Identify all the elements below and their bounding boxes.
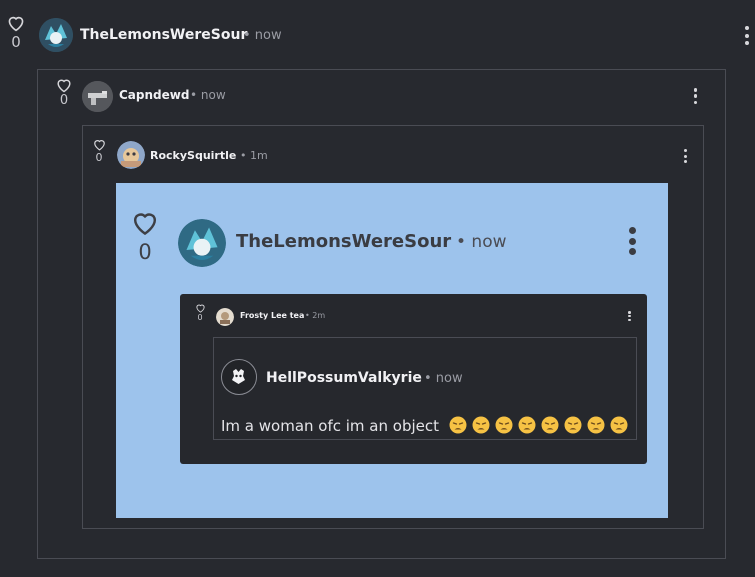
weary-face-emoji — [472, 416, 490, 434]
weary-face-emoji — [610, 416, 628, 434]
more-menu-button[interactable] — [693, 88, 698, 104]
frosty-avatar-icon — [216, 308, 234, 326]
avatar — [216, 308, 234, 326]
like-count: 0 — [59, 93, 69, 108]
like-button[interactable]: 0 — [54, 77, 74, 108]
more-menu-button[interactable] — [744, 26, 750, 45]
comment-time: • 1m — [240, 149, 268, 162]
comment-time: • now — [243, 28, 282, 43]
heart-outline-icon — [93, 140, 105, 151]
vaporeon-avatar-icon — [178, 219, 226, 267]
like-count: 0 — [11, 33, 21, 51]
like-button[interactable]: 0 — [91, 138, 107, 164]
like-button: 0 — [130, 209, 160, 264]
weary-face-emoji — [518, 416, 536, 434]
possum-avatar-icon — [232, 369, 245, 384]
comment-username: Frosty Lee tea — [240, 311, 305, 320]
weary-face-emoji — [564, 416, 582, 434]
more-menu-button[interactable] — [683, 149, 688, 163]
weary-face-emoji — [495, 416, 513, 434]
comment-body: Im a woman ofc im an object — [221, 417, 439, 435]
weary-face-emoji — [541, 416, 559, 434]
comment-username[interactable]: Capndewd — [119, 88, 189, 102]
comment-text: Im a woman ofc im an object — [221, 416, 628, 435]
gun-avatar-icon — [82, 81, 113, 112]
comment-time: • now — [456, 232, 507, 252]
more-menu-button — [628, 227, 636, 255]
avatar — [178, 219, 226, 267]
comment-username[interactable]: TheLemonsWereSour — [80, 27, 247, 43]
heart-outline-icon — [195, 304, 205, 313]
comment-time: • now — [190, 88, 226, 102]
heart-outline-icon — [133, 213, 157, 236]
squirtle-avatar-icon — [117, 141, 145, 169]
nested-comment-card: 0 Frosty Lee tea • 2m HellPossumValkyrie… — [180, 294, 647, 464]
weary-face-emoji — [587, 416, 605, 434]
emoji-row — [444, 416, 628, 435]
heart-outline-icon — [57, 79, 71, 93]
more-menu-button — [628, 311, 631, 321]
comment-username: HellPossumValkyrie — [266, 370, 422, 386]
like-button[interactable]: 0 — [5, 14, 27, 51]
avatar[interactable] — [117, 141, 145, 169]
like-count: 0 — [95, 151, 103, 164]
comment-username: TheLemonsWereSour — [236, 231, 452, 252]
heart-outline-icon — [8, 16, 24, 32]
embedded-screenshot[interactable]: 0 TheLemonsWereSour • now 0 Frosty Lee t… — [116, 183, 668, 518]
vaporeon-avatar-icon — [39, 18, 73, 52]
comment-username[interactable]: RockySquirtle — [150, 149, 236, 162]
weary-face-emoji — [449, 416, 467, 434]
comment-time: • now — [424, 371, 463, 386]
comment-time: • 2m — [305, 311, 326, 320]
like-count: 0 — [138, 240, 152, 264]
like-count: 0 — [197, 313, 203, 322]
avatar[interactable] — [82, 81, 113, 112]
like-button: 0 — [194, 303, 206, 322]
avatar[interactable] — [39, 18, 73, 52]
quoted-comment: HellPossumValkyrie • now Im a woman ofc … — [213, 337, 637, 440]
avatar — [221, 359, 257, 395]
